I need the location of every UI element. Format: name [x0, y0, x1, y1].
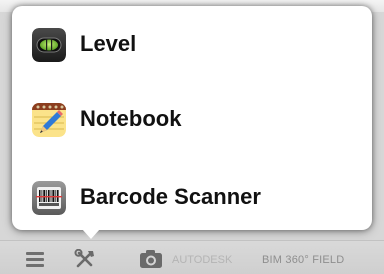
level-app-icon: [32, 28, 66, 62]
product-name-text: BIM 360° FIELD: [262, 254, 345, 266]
tools-popover-menu: Level Notebook Barcode Scanner: [12, 6, 372, 230]
camera-icon[interactable]: [138, 249, 164, 269]
popover-caret: [82, 229, 100, 239]
menu-item-notebook[interactable]: Notebook: [12, 88, 372, 152]
bottom-toolbar: AUTODESK BIM 360° FIELD: [0, 240, 384, 274]
tools-icon[interactable]: [74, 248, 96, 269]
menu-item-label-barcode-scanner: Barcode Scanner: [80, 184, 261, 209]
menu-item-level[interactable]: Level: [12, 13, 372, 77]
menu-icon[interactable]: [26, 252, 44, 272]
menu-item-label-notebook: Notebook: [80, 106, 182, 131]
barcode-scanner-app-icon: [32, 181, 66, 215]
autodesk-brand-text: AUTODESK: [172, 254, 233, 266]
menu-item-label-level: Level: [80, 31, 137, 56]
menu-item-barcode-scanner[interactable]: Barcode Scanner: [12, 166, 372, 230]
notebook-app-icon: [32, 103, 66, 137]
